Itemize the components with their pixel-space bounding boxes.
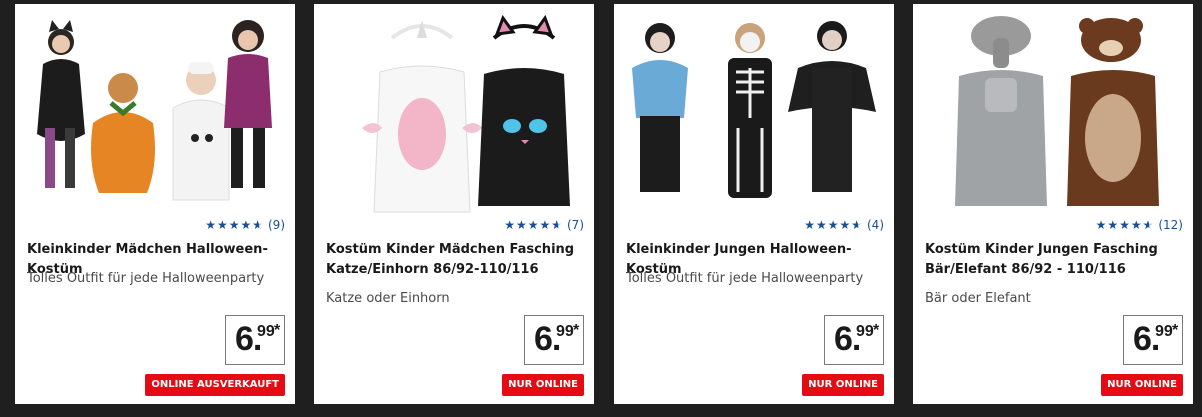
rating-count: (12): [1158, 218, 1183, 232]
price-decimals: 99: [856, 323, 874, 340]
price-asterisk: *: [274, 322, 281, 339]
availability-badge: ONLINE AUSVERKAUFT: [145, 374, 285, 396]
rating-count: (4): [867, 218, 884, 232]
product-subtitle: Katze oder Einhorn: [326, 291, 450, 306]
price-asterisk: *: [873, 322, 880, 339]
price-decimals: 99: [1155, 323, 1173, 340]
price-box: 6. 99 *: [524, 315, 584, 365]
rating[interactable]: ★★★★★ (9): [205, 218, 285, 232]
star-rating-icon: ★★★★★: [1096, 218, 1155, 232]
price-box: 6. 99 *: [824, 315, 884, 365]
product-card[interactable]: ★★★★★ (9) Kleinkinder Mädchen Halloween-…: [15, 4, 295, 404]
product-card[interactable]: ★★★★★ (12) Kostüm Kinder Jungen Fasching…: [913, 4, 1193, 404]
price-asterisk: *: [1172, 322, 1179, 339]
rating[interactable]: ★★★★★ (4): [804, 218, 884, 232]
product-title[interactable]: Kostüm Kinder Mädchen Fasching Katze/Ein…: [326, 240, 584, 280]
star-rating-icon: ★★★★★: [804, 218, 863, 232]
star-rating-icon: ★★★★★: [205, 218, 264, 232]
availability-badge: NUR ONLINE: [802, 374, 884, 396]
product-image[interactable]: [921, 8, 1185, 216]
star-rating-icon: ★★★★★: [504, 218, 563, 232]
price-box: 6. 99 *: [1123, 315, 1183, 365]
product-subtitle: Tolles Outfit für jede Halloweenparty: [626, 271, 864, 286]
price-decimals: 99: [556, 323, 574, 340]
product-title[interactable]: Kostüm Kinder Jungen Fasching Bär/Elefan…: [925, 240, 1183, 280]
product-grid: ★★★★★ (9) Kleinkinder Mädchen Halloween-…: [0, 0, 1202, 417]
price-asterisk: *: [573, 322, 580, 339]
rating[interactable]: ★★★★★ (12): [1096, 218, 1183, 232]
availability-badge: NUR ONLINE: [502, 374, 584, 396]
rating[interactable]: ★★★★★ (7): [504, 218, 584, 232]
product-image[interactable]: [23, 8, 287, 216]
price-box: 6. 99 *: [225, 315, 285, 365]
product-subtitle: Bär oder Elefant: [925, 291, 1031, 306]
price-decimals: 99: [257, 323, 275, 340]
product-image[interactable]: [322, 8, 586, 216]
product-card[interactable]: ★★★★★ (7) Kostüm Kinder Mädchen Fasching…: [314, 4, 594, 404]
product-subtitle: Tolles Outfit für jede Halloweenparty: [27, 271, 265, 286]
product-image[interactable]: [622, 8, 886, 216]
product-card[interactable]: ★★★★★ (4) Kleinkinder Jungen Halloween-K…: [614, 4, 894, 404]
rating-count: (7): [567, 218, 584, 232]
rating-count: (9): [268, 218, 285, 232]
availability-badge: NUR ONLINE: [1101, 374, 1183, 396]
